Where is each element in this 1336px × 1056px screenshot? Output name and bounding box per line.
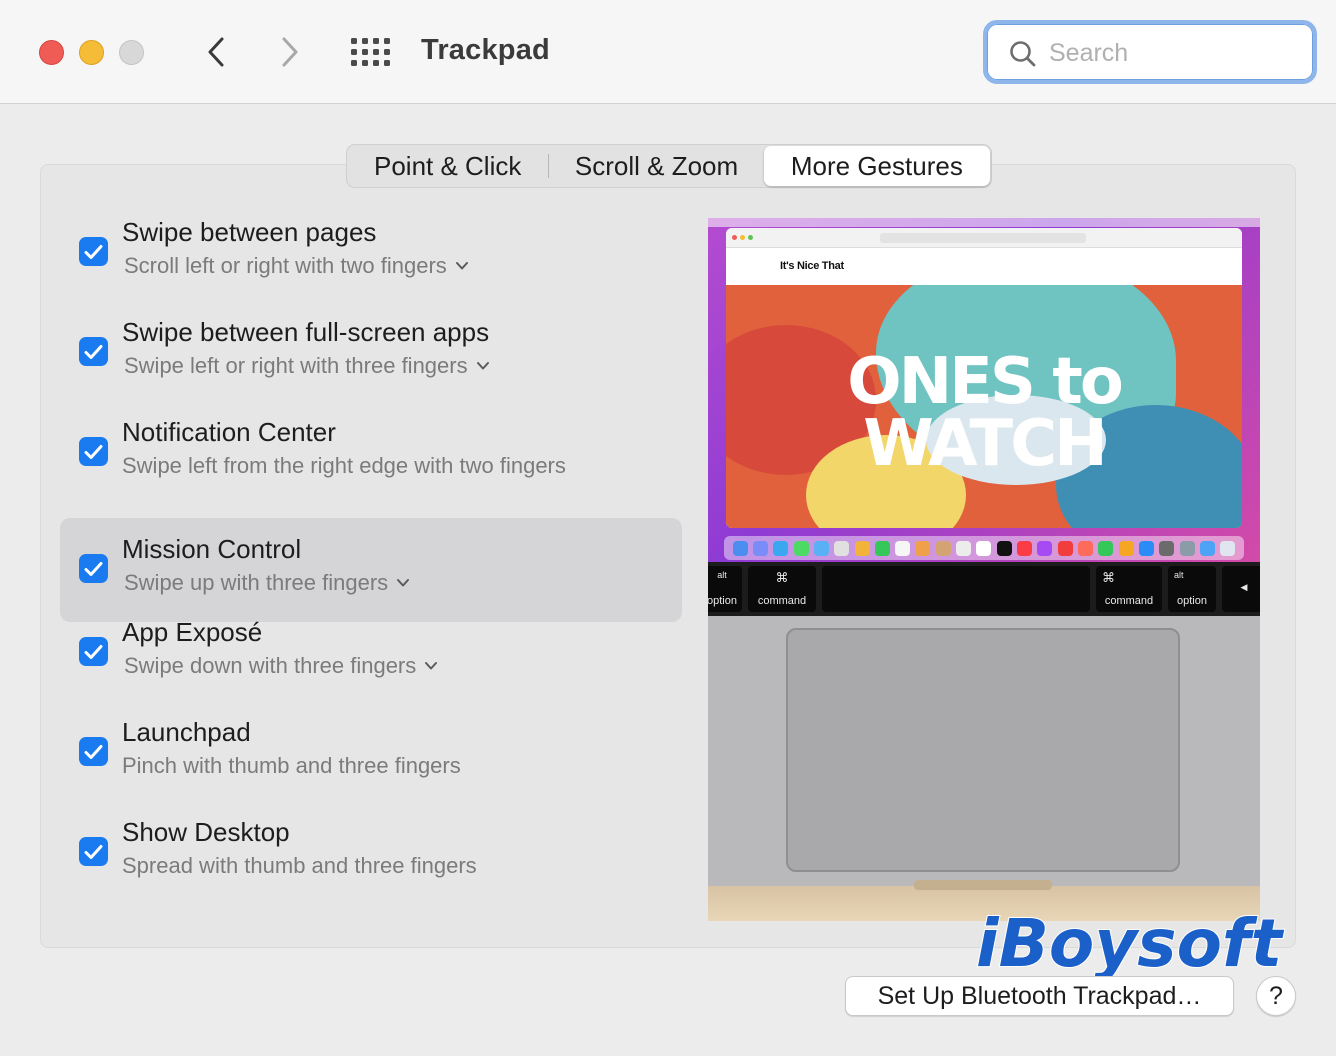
gesture-row-swipe-fullscreen-apps: Swipe between full-screen apps Swipe lef… xyxy=(60,301,682,405)
title-bar: Trackpad xyxy=(0,0,1336,104)
app-expose-checkbox[interactable] xyxy=(79,637,108,666)
back-button[interactable] xyxy=(196,30,236,74)
checkmark-icon xyxy=(84,244,103,259)
chevron-down-icon xyxy=(476,362,489,370)
gesture-subtitle: Swipe left from the right edge with two … xyxy=(122,453,566,478)
window-title: Trackpad xyxy=(421,34,550,66)
hero-line-1: ONES to xyxy=(847,345,1124,419)
space-bar xyxy=(822,566,1090,612)
help-button[interactable]: ? xyxy=(1256,976,1296,1016)
gesture-option-dropdown[interactable]: Swipe down with three fingers xyxy=(124,653,438,679)
chevron-left-icon xyxy=(208,37,224,67)
chevron-right-icon xyxy=(282,37,298,67)
tab-point-and-click[interactable]: Point & Click xyxy=(347,146,548,186)
checkmark-icon xyxy=(84,344,103,359)
search-field[interactable] xyxy=(983,20,1317,84)
gesture-title: Mission Control xyxy=(122,534,302,564)
gesture-title: Swipe between full-screen apps xyxy=(122,317,490,347)
option-key-right: alt option xyxy=(1168,566,1216,612)
address-bar xyxy=(880,233,1086,243)
gesture-option-dropdown[interactable]: Swipe up with three fingers xyxy=(124,570,410,596)
launchpad-checkbox[interactable] xyxy=(79,737,108,766)
tab-scroll-and-zoom[interactable]: Scroll & Zoom xyxy=(549,146,763,186)
gesture-title: App Exposé xyxy=(122,617,263,647)
checkmark-icon xyxy=(84,561,103,576)
command-key-left: ⌘ command xyxy=(748,566,816,612)
chevron-down-icon xyxy=(397,579,410,587)
tab-more-gestures[interactable]: More Gestures xyxy=(763,146,990,186)
gesture-title: Launchpad xyxy=(122,717,251,747)
trackpad-surface xyxy=(786,628,1180,872)
chevron-down-icon xyxy=(455,262,468,270)
swipe-apps-checkbox[interactable] xyxy=(79,337,108,366)
keyboard-row: alt option ⌘ command ⌘ command alt option ◀ xyxy=(708,562,1260,616)
command-key-right: ⌘ command xyxy=(1096,566,1162,612)
browser-traffic-lights xyxy=(732,235,753,240)
search-input[interactable] xyxy=(1049,36,1289,70)
gesture-preview-video: It's Nice That ONES to WATCH alt option ⌘… xyxy=(708,218,1260,921)
gesture-row-swipe-pages: Swipe between pages Scroll left or right… xyxy=(60,201,682,305)
watermark-text: iBoysoft xyxy=(976,905,1285,982)
gesture-row-notification-center: Notification Center Swipe left from the … xyxy=(60,401,682,505)
arrow-key: ◀ xyxy=(1222,566,1260,612)
gesture-title: Swipe between pages xyxy=(122,217,377,247)
set-up-bluetooth-trackpad-button[interactable]: Set Up Bluetooth Trackpad… xyxy=(845,976,1234,1016)
gesture-title: Show Desktop xyxy=(122,817,290,847)
gesture-subtitle: Pinch with thumb and three fingers xyxy=(122,753,461,778)
site-logo: It's Nice That xyxy=(780,260,844,272)
tab-bar: Point & Click Scroll & Zoom More Gesture… xyxy=(346,144,992,188)
hero-line-2: WATCH xyxy=(863,407,1107,481)
gesture-subtitle: Spread with thumb and three fingers xyxy=(122,853,477,878)
laptop-screen: It's Nice That ONES to WATCH xyxy=(708,218,1260,562)
gesture-title: Notification Center xyxy=(122,417,336,447)
chevron-down-icon xyxy=(425,662,438,670)
browser-window: It's Nice That ONES to WATCH xyxy=(726,228,1242,528)
close-button[interactable] xyxy=(39,40,64,65)
show-desktop-checkbox[interactable] xyxy=(79,837,108,866)
show-all-grid-icon[interactable] xyxy=(351,37,391,67)
checkmark-icon xyxy=(84,844,103,859)
menu-bar xyxy=(708,218,1260,227)
checkmark-icon xyxy=(84,444,103,459)
notification-center-checkbox[interactable] xyxy=(79,437,108,466)
gesture-option-dropdown[interactable]: Scroll left or right with two fingers xyxy=(124,253,469,279)
gesture-row-show-desktop: Show Desktop Spread with thumb and three… xyxy=(60,801,682,905)
mission-control-checkbox[interactable] xyxy=(79,554,108,583)
forward-button[interactable] xyxy=(270,30,310,74)
gesture-option-dropdown[interactable]: Swipe left or right with three fingers xyxy=(124,353,490,379)
swipe-pages-checkbox[interactable] xyxy=(79,237,108,266)
gesture-subtitle: Swipe left or right with three fingers xyxy=(124,353,468,378)
dock xyxy=(724,536,1244,560)
minimize-button[interactable] xyxy=(79,40,104,65)
hero-headline: ONES to WATCH xyxy=(726,345,1242,481)
gesture-subtitle: Scroll left or right with two fingers xyxy=(124,253,447,278)
search-icon xyxy=(1010,41,1036,67)
gesture-row-launchpad: Launchpad Pinch with thumb and three fin… xyxy=(60,701,682,805)
zoom-button[interactable] xyxy=(119,40,144,65)
gesture-subtitle: Swipe down with three fingers xyxy=(124,653,417,678)
gesture-subtitle: Swipe up with three fingers xyxy=(124,570,389,595)
checkmark-icon xyxy=(84,644,103,659)
gesture-row-app-expose: App Exposé Swipe down with three fingers xyxy=(60,601,682,705)
iboysoft-watermark: iBoysoft xyxy=(974,898,1294,988)
browser-toolbar xyxy=(726,228,1242,248)
hero-artwork: ONES to WATCH xyxy=(726,285,1242,528)
site-header: It's Nice That xyxy=(726,248,1242,285)
option-key-left: alt option xyxy=(708,566,742,612)
checkmark-icon xyxy=(84,744,103,759)
